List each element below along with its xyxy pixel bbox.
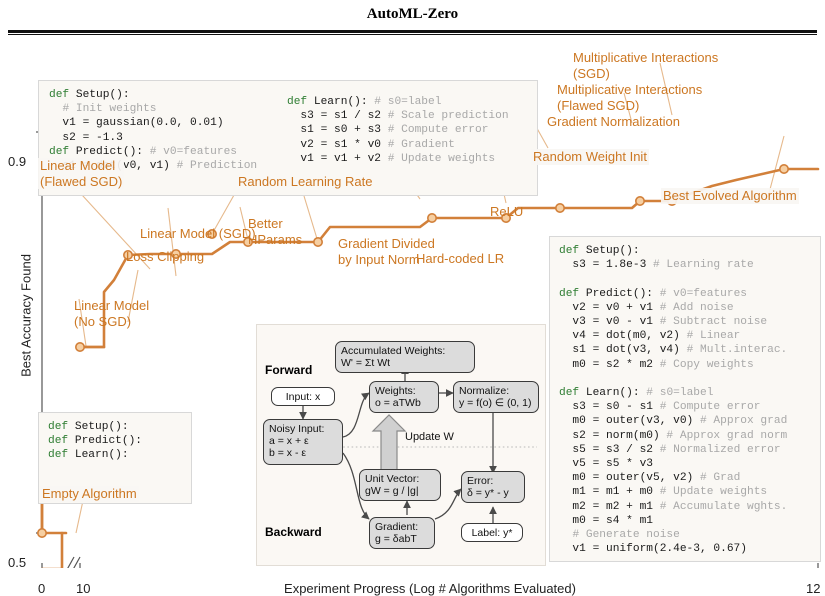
diagram-node-noisy-input: Noisy Input: a = x + εb = x - ε <box>263 419 343 465</box>
diagram-node-label: Label: y* <box>461 523 523 542</box>
annotation-linear-model-flawed-sgd: Linear Model (Flawed SGD) <box>38 158 125 189</box>
code-block-best-evolved: def Setup(): s3 = 1.8e-3 # Learning rate… <box>549 236 821 562</box>
diagram-node-unit-vector: Unit Vector: gW = g / |g| <box>359 469 441 501</box>
header-rule-thin <box>8 34 817 35</box>
header-rule <box>8 30 817 33</box>
annotation-linear-model-no-sgd: Linear Model (No SGD) <box>74 298 149 329</box>
diagram-update-w-label: Update W <box>405 431 454 443</box>
annotation-hard-coded-lr: Hard-coded LR <box>416 251 505 266</box>
node-title: Error: <box>467 475 494 487</box>
diagram-node-error: Error: δ = y* - y <box>461 471 525 503</box>
x-axis-label: Experiment Progress (Log # Algorithms Ev… <box>284 581 576 596</box>
node-title: Accumulated Weights: <box>341 345 446 357</box>
diagram-node-normalize: Normalize: y = f(o) ∈ (0, 1) <box>453 381 539 413</box>
annotation-empty-algorithm: Empty Algorithm <box>40 486 139 502</box>
annotation-line-1: Gradient Divided <box>338 236 435 251</box>
x-axis-tick-0: 0 <box>38 581 46 596</box>
neural-network-diagram: Forward Backward Update W Accumulated We… <box>256 324 546 566</box>
annotation-random-weight-init: Random Weight Init <box>531 149 649 165</box>
annotation-relu: ReLU <box>490 204 524 219</box>
annotation-line-1: Multiplicative Interactions <box>573 50 719 65</box>
code-top-right-column: def Learn(): # s0=label s3 = s1 / s2 # S… <box>287 95 509 166</box>
annotation-line-2: HParams <box>248 231 303 247</box>
node-formula: y = f(o) ∈ (0, 1) <box>459 397 532 409</box>
annotation-loss-clipping: Loss Clipping <box>126 249 205 264</box>
node-formula: o = aTWb <box>375 397 421 409</box>
code-best-text: def Setup(): s3 = 1.8e-3 # Learning rate… <box>559 245 788 556</box>
annotation-multiplicative-interactions-flawed-sgd: Multiplicative Interactions (Flawed SGD) <box>557 82 702 113</box>
node-formula-1: a = x + ε <box>269 435 309 447</box>
x-axis-tick-10: 10 <box>76 581 91 596</box>
annotation-line-1: Multiplicative Interactions <box>557 82 703 97</box>
annotation-line-2: (No SGD) <box>74 313 132 329</box>
diagram-node-gradient: Gradient: g = δabT <box>369 517 435 549</box>
node-title: Weights: <box>375 385 416 397</box>
annotation-line-2: (Flawed SGD) <box>40 173 123 189</box>
node-formula-2: b = x - ε <box>269 447 307 459</box>
diagram-node-input: Input: x <box>271 387 335 406</box>
diagram-node-weights: Weights: o = aTWb <box>369 381 439 413</box>
annotation-random-learning-rate: Random Learning Rate <box>238 174 373 189</box>
annotation-better-hparams: Better HParams <box>248 216 302 247</box>
node-title: Gradient: <box>375 521 419 533</box>
x-axis-tick-12: 12 <box>806 581 821 596</box>
annotation-line-2: (SGD) <box>573 65 610 81</box>
annotation-line-1: Linear Model <box>74 298 150 313</box>
node-title: Normalize: <box>459 385 510 397</box>
accuracy-curve <box>41 531 64 568</box>
code-empty-text: def Setup(): def Predict(): def Learn(): <box>48 421 143 462</box>
code-top-right-text: def Learn(): # s0=label s3 = s1 / s2 # S… <box>287 96 509 165</box>
node-formula: δ = y* - y <box>467 487 509 499</box>
node-formula: W' = Σt Wt <box>341 357 391 369</box>
node-title: Unit Vector: <box>365 473 420 485</box>
annotation-gradient-normalization: Gradient Normalization <box>547 114 680 129</box>
diagram-forward-label: Forward <box>265 363 313 377</box>
page-title: AutoML-Zero <box>366 6 459 22</box>
annotation-linear-model-sgd: Linear Model (SGD) <box>140 226 256 241</box>
annotation-line-1: Linear Model <box>40 158 116 173</box>
annotation-best-evolved-algorithm: Best Evolved Algorithm <box>661 188 799 204</box>
annotation-line-2: (Flawed SGD) <box>557 97 640 113</box>
annotation-line-1: Better <box>248 216 283 231</box>
node-formula: gW = g / |g| <box>365 485 419 497</box>
annotation-line-2: by Input Norm <box>338 251 420 267</box>
diagram-node-accumulated-weights: Accumulated Weights: W' = Σt Wt <box>335 341 475 373</box>
node-title: Noisy Input: <box>269 423 325 435</box>
diagram-backward-label: Backward <box>265 525 322 539</box>
annotation-multiplicative-interactions-sgd: Multiplicative Interactions (SGD) <box>573 50 718 81</box>
figure-canvas: 0.9 0.5 Best Accuracy Found 0 10 12 Expe… <box>0 36 825 596</box>
node-formula: g = δabT <box>375 533 417 545</box>
